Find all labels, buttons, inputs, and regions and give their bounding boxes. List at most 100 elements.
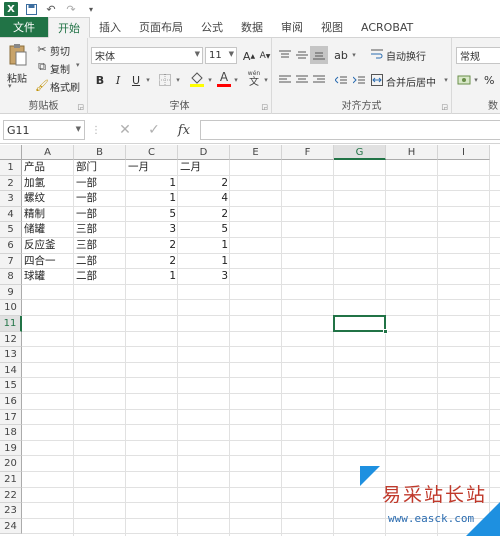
column-header-b[interactable]: B [74, 145, 126, 160]
cell-b8[interactable]: 二部 [74, 269, 126, 285]
row-header-7[interactable]: 7 [0, 253, 22, 270]
column-header-g[interactable]: G [334, 145, 386, 160]
align-middle-icon[interactable] [293, 46, 311, 64]
font-color-button[interactable]: A [216, 69, 232, 89]
align-left-icon[interactable] [276, 71, 294, 89]
cell-d2[interactable]: 2 [178, 176, 230, 192]
dialog-launcher-icon[interactable]: ◲ [441, 103, 448, 111]
row-header-21[interactable]: 21 [0, 472, 22, 488]
number-format-combo[interactable]: 常规 [456, 47, 500, 64]
fill-handle[interactable] [383, 328, 388, 334]
underline-dropdown-icon[interactable]: ▾ [144, 74, 152, 86]
customize-quick-access-icon[interactable]: ▾ [84, 2, 98, 16]
cut-button[interactable]: 剪切 [50, 43, 70, 58]
cell-b7[interactable]: 二部 [74, 254, 126, 270]
enter-icon[interactable]: ✓ [145, 121, 163, 139]
align-right-icon[interactable] [310, 71, 328, 89]
tab-page-layout[interactable]: 页面布局 [130, 17, 192, 37]
active-cell-selection[interactable] [333, 315, 388, 334]
column-header-f[interactable]: F [282, 145, 334, 160]
paste-icon[interactable] [6, 42, 30, 68]
font-name-combo[interactable]: 宋体 ▼ [91, 47, 203, 64]
row-header-18[interactable]: 18 [0, 425, 22, 441]
row-header-14[interactable]: 14 [0, 362, 22, 379]
cell-d4[interactable]: 2 [178, 207, 230, 223]
paste-dropdown-icon[interactable]: ▾ [8, 82, 12, 90]
cell-d3[interactable]: 4 [178, 191, 230, 207]
cell-a5[interactable]: 储罐 [22, 222, 74, 238]
tab-data[interactable]: 数据 [232, 17, 272, 37]
tab-home[interactable]: 开始 [48, 17, 90, 38]
select-all-corner[interactable] [0, 145, 22, 160]
dialog-launcher-icon[interactable]: ◲ [261, 103, 268, 111]
cell-a2[interactable]: 加氢 [22, 176, 74, 192]
column-header-a[interactable]: A [22, 145, 74, 160]
phonetic-guide-icon[interactable]: wén 文 [246, 70, 262, 88]
row-header-4[interactable]: 4 [0, 206, 22, 223]
row-header-20[interactable]: 20 [0, 456, 22, 472]
row-header-17[interactable]: 17 [0, 409, 22, 426]
row-header-13[interactable]: 13 [0, 347, 22, 363]
cell-a6[interactable]: 反应釜 [22, 238, 74, 254]
cell-b2[interactable]: 一部 [74, 176, 126, 192]
row-header-3[interactable]: 3 [0, 191, 22, 207]
copy-button[interactable]: 复制 [50, 61, 70, 76]
align-bottom-icon[interactable] [310, 46, 328, 64]
column-header-d[interactable]: D [178, 145, 230, 160]
copy-dropdown-icon[interactable]: ▾ [76, 61, 80, 69]
borders-icon[interactable] [156, 71, 174, 89]
formula-input[interactable] [200, 120, 500, 140]
row-header-23[interactable]: 23 [0, 503, 22, 519]
decrease-indent-icon[interactable] [332, 71, 350, 89]
name-box[interactable]: G11 ▼ [3, 120, 85, 140]
orientation-icon[interactable]: ab [332, 46, 350, 64]
cell-c4[interactable]: 5 [126, 207, 178, 223]
tab-view[interactable]: 视图 [312, 17, 352, 37]
row-header-19[interactable]: 19 [0, 440, 22, 457]
cell-a1[interactable]: 产品 [22, 160, 74, 176]
column-header-e[interactable]: E [230, 145, 282, 160]
cell-c3[interactable]: 1 [126, 191, 178, 207]
row-header-5[interactable]: 5 [0, 222, 22, 238]
row-header-11[interactable]: 11 [0, 316, 22, 332]
tab-acrobat[interactable]: ACROBAT [352, 17, 422, 37]
undo-icon[interactable]: ↶ [44, 2, 58, 16]
row-header-24[interactable]: 24 [0, 518, 22, 535]
wrap-text-button[interactable]: 自动换行 [386, 48, 426, 63]
cell-d7[interactable]: 1 [178, 254, 230, 270]
fill-color-dropdown-icon[interactable]: ▾ [206, 74, 214, 86]
cell-a8[interactable]: 球罐 [22, 269, 74, 285]
fill-color-icon[interactable] [188, 69, 206, 89]
redo-icon[interactable]: ↷ [64, 2, 78, 16]
cell-a4[interactable]: 精制 [22, 207, 74, 223]
row-header-2[interactable]: 2 [0, 175, 22, 192]
row-header-9[interactable]: 9 [0, 284, 22, 301]
cell-b3[interactable]: 一部 [74, 191, 126, 207]
cell-d6[interactable]: 1 [178, 238, 230, 254]
tab-review[interactable]: 审阅 [272, 17, 312, 37]
merge-dropdown-icon[interactable]: ▾ [442, 75, 450, 85]
accounting-format-icon[interactable] [456, 72, 472, 88]
italic-button[interactable]: I [109, 71, 127, 89]
cell-a3[interactable]: 螺纹 [22, 191, 74, 207]
cell-b6[interactable]: 三部 [74, 238, 126, 254]
column-header-h[interactable]: H [386, 145, 438, 160]
cell-c7[interactable]: 2 [126, 254, 178, 270]
row-header-12[interactable]: 12 [0, 331, 22, 348]
cell-d5[interactable]: 5 [178, 222, 230, 238]
row-header-22[interactable]: 22 [0, 487, 22, 504]
orientation-dropdown-icon[interactable]: ▾ [350, 50, 358, 60]
cell-c8[interactable]: 1 [126, 269, 178, 285]
tab-formulas[interactable]: 公式 [192, 17, 232, 37]
column-header-c[interactable]: C [126, 145, 178, 160]
phonetic-dropdown-icon[interactable]: ▾ [262, 74, 270, 86]
accounting-dropdown-icon[interactable]: ▾ [472, 75, 480, 85]
insert-function-icon[interactable]: fx [174, 120, 194, 140]
format-painter-button[interactable]: 格式刷 [50, 79, 80, 94]
cancel-icon[interactable]: ✕ [116, 121, 134, 139]
align-center-icon[interactable] [293, 71, 311, 89]
save-icon[interactable] [24, 2, 38, 16]
cell-b1[interactable]: 部门 [74, 160, 126, 176]
align-top-icon[interactable] [276, 46, 294, 64]
cell-d1[interactable]: 二月 [178, 160, 230, 176]
